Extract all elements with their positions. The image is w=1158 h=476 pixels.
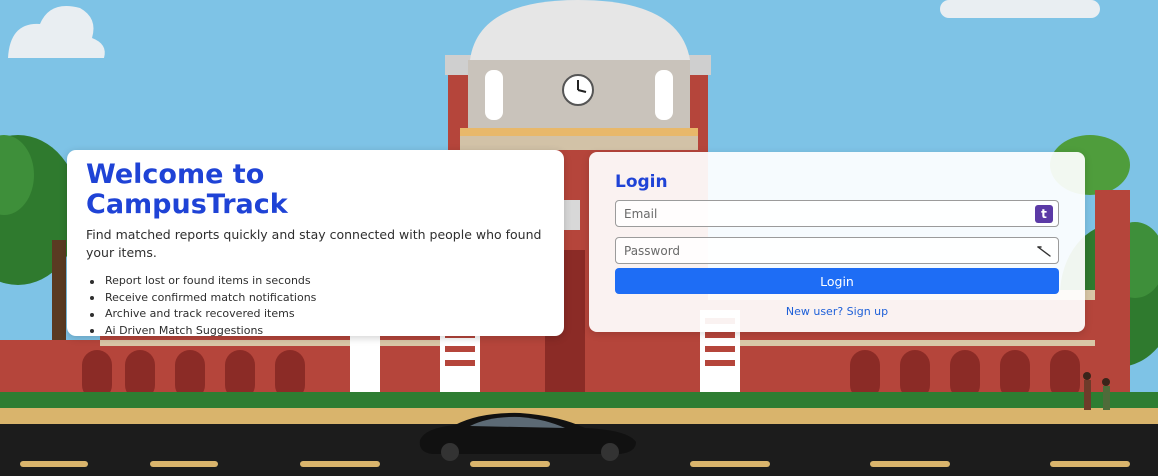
- login-title: Login: [615, 172, 668, 192]
- welcome-card: Welcome to CampusTrack Find matched repo…: [67, 150, 564, 339]
- feature-list: Report lost or found items in seconds Re…: [86, 273, 546, 339]
- feature-item: Report lost or found items in seconds: [86, 273, 546, 290]
- welcome-description: Find matched reports quickly and stay co…: [86, 227, 542, 260]
- signup-link[interactable]: New user? Sign up: [615, 305, 1059, 318]
- feature-item: Archive and track recovered items: [86, 306, 546, 323]
- login-card: Login t Login New user? Sign up: [589, 152, 1085, 332]
- email-field-wrapper: t: [615, 200, 1059, 227]
- sidewalk: [0, 408, 1158, 424]
- password-field-wrapper: [615, 237, 1059, 264]
- hedge: [0, 392, 1158, 410]
- password-manager-icon[interactable]: [1036, 244, 1052, 258]
- email-input[interactable]: [616, 201, 1058, 226]
- welcome-title-line2: CampusTrack: [86, 189, 288, 220]
- welcome-title: Welcome to CampusTrack: [86, 160, 546, 220]
- feature-item: Receive confirmed match notifications: [86, 290, 546, 307]
- welcome-title-line1: Welcome to: [86, 159, 265, 190]
- extension-t-icon[interactable]: t: [1035, 205, 1053, 223]
- feature-item: Ai Driven Match Suggestions: [86, 323, 546, 340]
- password-input[interactable]: [616, 238, 1058, 263]
- login-button[interactable]: Login: [615, 268, 1059, 294]
